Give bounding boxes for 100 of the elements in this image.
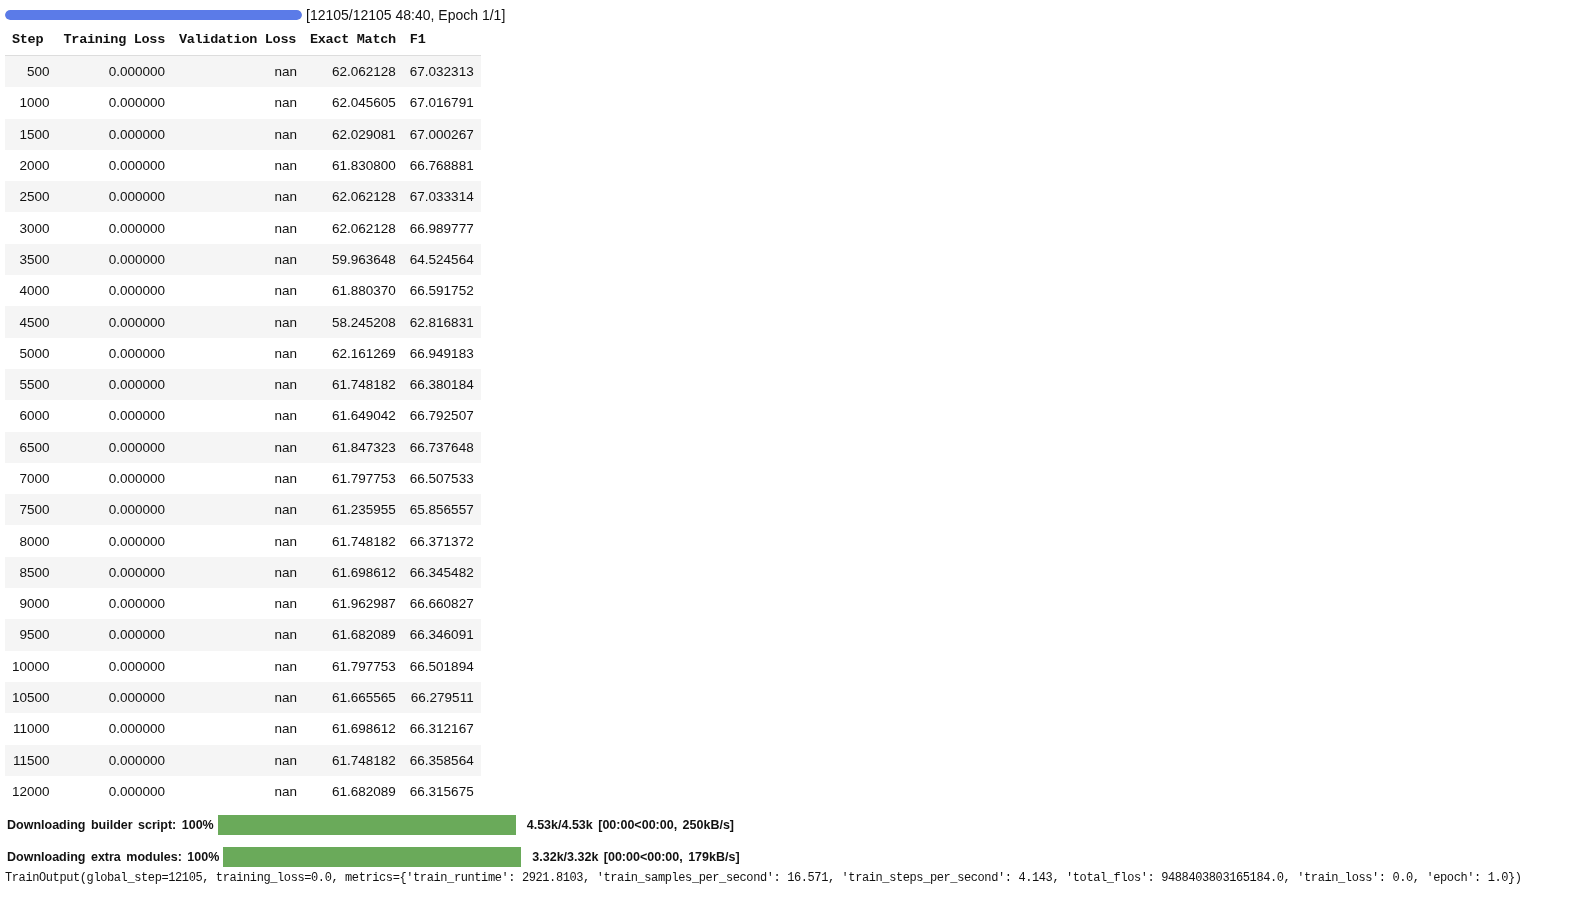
table-cell: 61.830800 bbox=[303, 149, 403, 182]
table-cell: 62.816831 bbox=[402, 306, 481, 338]
table-cell: 10500 bbox=[5, 681, 57, 714]
table-cell: 61.962987 bbox=[303, 588, 403, 620]
table-cell: 6000 bbox=[5, 400, 57, 432]
table-cell: 66.358564 bbox=[402, 744, 481, 776]
table-cell: 62.062128 bbox=[303, 55, 403, 88]
table-cell: 59.963648 bbox=[303, 243, 403, 276]
table-cell: nan bbox=[171, 118, 303, 150]
table-cell: 66.591752 bbox=[402, 275, 481, 307]
table-cell: 3000 bbox=[5, 212, 57, 244]
table-cell: nan bbox=[171, 650, 303, 682]
table-cell: 6500 bbox=[5, 431, 57, 463]
download-stats: 3.32k/3.32k [00:00<00:00, 179kB/s] bbox=[532, 850, 740, 865]
table-cell: 61.748182 bbox=[303, 368, 403, 401]
table-cell: 66.345482 bbox=[402, 556, 481, 589]
table-cell: 0.000000 bbox=[56, 556, 172, 589]
table-cell: 67.032313 bbox=[402, 55, 481, 88]
table-cell: 0.000000 bbox=[56, 713, 172, 745]
table-cell: 64.524564 bbox=[402, 243, 481, 276]
table-cell: 66.660827 bbox=[402, 588, 481, 620]
table-cell: 0.000000 bbox=[56, 275, 172, 307]
table-cell: nan bbox=[171, 149, 303, 182]
table-cell: 0.000000 bbox=[56, 525, 172, 557]
progress-text: [12105/12105 48:40, Epoch 1/1] bbox=[306, 7, 506, 23]
table-cell: 5000 bbox=[5, 337, 57, 369]
column-header: Validation Loss bbox=[171, 28, 303, 56]
table-cell: 66.507533 bbox=[402, 462, 481, 495]
download-stats: 4.53k/4.53k [00:00<00:00, 250kB/s] bbox=[526, 818, 734, 833]
table-cell: 58.245208 bbox=[303, 306, 403, 338]
table-cell: 66.768881 bbox=[402, 149, 481, 182]
table-cell: 0.000000 bbox=[56, 306, 172, 338]
table-cell: 61.797753 bbox=[303, 462, 403, 495]
table-cell: 62.062128 bbox=[303, 181, 403, 213]
table-cell: 3500 bbox=[5, 243, 57, 276]
table-cell: nan bbox=[171, 619, 303, 651]
table-cell: 500 bbox=[5, 55, 57, 88]
table-cell: 66.371372 bbox=[402, 525, 481, 557]
table-cell: 0.000000 bbox=[56, 149, 172, 182]
table-cell: 0.000000 bbox=[56, 400, 172, 432]
table-cell: nan bbox=[171, 400, 303, 432]
table-cell: 61.698612 bbox=[303, 713, 403, 745]
table-cell: 61.682089 bbox=[303, 619, 403, 651]
table-cell: 0.000000 bbox=[56, 650, 172, 682]
table-cell: nan bbox=[171, 588, 303, 620]
table-cell: 61.649042 bbox=[303, 400, 403, 432]
table-cell: 62.045605 bbox=[303, 87, 403, 119]
table-cell: nan bbox=[171, 55, 303, 88]
table-cell: 0.000000 bbox=[56, 681, 172, 714]
table-cell: 0.000000 bbox=[56, 337, 172, 369]
table-cell: 0.000000 bbox=[56, 431, 172, 463]
table-cell: 0.000000 bbox=[56, 243, 172, 276]
table-cell: nan bbox=[171, 713, 303, 745]
table-cell: nan bbox=[171, 462, 303, 495]
table-cell: nan bbox=[171, 681, 303, 714]
table-cell: 0.000000 bbox=[56, 55, 172, 88]
table-cell: 61.748182 bbox=[303, 744, 403, 776]
table-cell: nan bbox=[171, 556, 303, 589]
table-cell: nan bbox=[171, 494, 303, 526]
table-cell: 61.698612 bbox=[303, 556, 403, 589]
table-cell: 62.161269 bbox=[303, 337, 403, 369]
table-cell: 2500 bbox=[5, 181, 57, 213]
table-cell: nan bbox=[171, 525, 303, 557]
table-cell: nan bbox=[171, 243, 303, 276]
download-label: Downloading extra modules: 100% bbox=[7, 850, 220, 865]
table-cell: 1500 bbox=[5, 118, 57, 150]
column-header: Step bbox=[5, 28, 57, 56]
table-cell: 66.737648 bbox=[402, 431, 481, 463]
table-cell: 8000 bbox=[5, 525, 57, 557]
table-cell: 11000 bbox=[5, 713, 57, 745]
table-cell: 61.847323 bbox=[303, 431, 403, 463]
table-cell: 66.312167 bbox=[402, 713, 481, 745]
table-cell: 0.000000 bbox=[56, 775, 172, 808]
table-cell: 0.000000 bbox=[56, 118, 172, 150]
table-cell: 66.792507 bbox=[402, 400, 481, 432]
table-cell: 0.000000 bbox=[56, 87, 172, 119]
table-cell: nan bbox=[171, 181, 303, 213]
output-text: TrainOutput(global_step=12105, training_loss=0.0, metrics={'train_runtime': 2921.8103, 'train_samples_per_second': 16.571, 'train_steps_per_second': 4.143, 'total_flos': 9488403803165184.0, 'train_loss': 0.0, 'epoch': 1.0}) bbox=[5, 871, 1523, 886]
table-cell: nan bbox=[171, 775, 303, 808]
table-cell: 0.000000 bbox=[56, 462, 172, 495]
table-cell: nan bbox=[171, 306, 303, 338]
table-cell: 65.856557 bbox=[402, 494, 481, 526]
table-cell: 67.000267 bbox=[402, 118, 481, 150]
table-cell: 0.000000 bbox=[56, 368, 172, 401]
table-cell: 11500 bbox=[5, 744, 57, 776]
table-cell: 66.501894 bbox=[402, 650, 481, 682]
table-cell: nan bbox=[171, 431, 303, 463]
table-cell: 66.989777 bbox=[402, 212, 481, 244]
table-cell: 7000 bbox=[5, 462, 57, 495]
table-cell: 12000 bbox=[5, 775, 57, 808]
table-cell: 2000 bbox=[5, 149, 57, 182]
table-cell: 0.000000 bbox=[56, 744, 172, 776]
table-cell: 66.346091 bbox=[402, 619, 481, 651]
table-cell: 67.033314 bbox=[402, 181, 481, 213]
table-cell: nan bbox=[171, 212, 303, 244]
table-cell: 61.682089 bbox=[303, 775, 403, 808]
table-cell: 61.748182 bbox=[303, 525, 403, 557]
table-cell: 0.000000 bbox=[56, 619, 172, 651]
table-cell: 4000 bbox=[5, 275, 57, 307]
table-cell: 9000 bbox=[5, 588, 57, 620]
